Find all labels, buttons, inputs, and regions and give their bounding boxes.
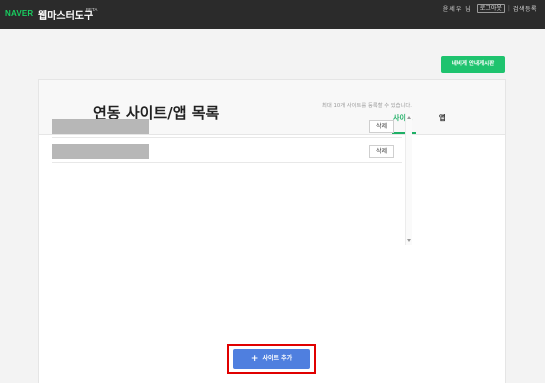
tab-app[interactable]: 앱 bbox=[439, 113, 445, 123]
naver-logo[interactable]: NAVER bbox=[5, 9, 33, 18]
site-url-redacted bbox=[52, 119, 149, 134]
logout-button[interactable]: 로그아웃 bbox=[476, 4, 505, 13]
list-item: 삭제 bbox=[52, 138, 402, 163]
user-name: 윤세우 님 bbox=[442, 6, 472, 13]
site-url-redacted bbox=[52, 144, 149, 159]
top-bar: NAVER 웹마스터도구 BETA 윤세우 님 로그아웃 | 검색등록 bbox=[0, 0, 545, 29]
list-item: 삭제 bbox=[52, 113, 402, 138]
plus-icon: + bbox=[250, 354, 259, 364]
beta-badge: BETA bbox=[86, 7, 98, 12]
add-site-label: 사이트 추가 bbox=[262, 355, 293, 362]
site-list: 삭제 삭제 bbox=[52, 113, 412, 245]
search-register-link[interactable]: 검색등록 bbox=[513, 4, 537, 13]
add-site-button[interactable]: + 사이트 추가 bbox=[233, 349, 310, 369]
delete-button[interactable]: 삭제 bbox=[369, 145, 394, 158]
delete-button[interactable]: 삭제 bbox=[369, 120, 394, 133]
product-name[interactable]: 웹마스터도구 bbox=[38, 7, 93, 22]
limit-note: 최대 10개 사이트를 등록할 수 있습니다. bbox=[322, 103, 412, 109]
user-area: 윤세우 님 로그아웃 | 검색등록 bbox=[443, 4, 537, 13]
scrollbar[interactable] bbox=[405, 114, 412, 245]
separator: | bbox=[507, 5, 510, 12]
scroll-up-icon[interactable] bbox=[407, 116, 411, 119]
scroll-down-icon[interactable] bbox=[407, 239, 411, 242]
navigation-guide-button[interactable]: 네비게 안내게시판 bbox=[441, 56, 505, 73]
